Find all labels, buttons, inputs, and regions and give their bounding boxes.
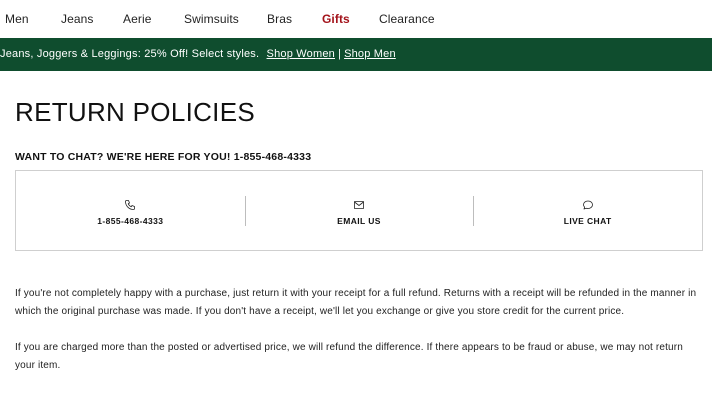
nav-item-men[interactable]: Men xyxy=(5,12,29,26)
mail-icon xyxy=(354,201,364,209)
shop-men-link[interactable]: Shop Men xyxy=(344,48,396,60)
nav-item-aerie[interactable]: Aerie xyxy=(123,12,152,26)
phone-icon xyxy=(125,200,136,210)
call-option[interactable]: 1-855-468-4333 xyxy=(16,171,245,250)
email-label: EMAIL US xyxy=(337,216,381,226)
promo-text: Jeans, Joggers & Leggings: 25% Off! Sele… xyxy=(0,48,260,60)
live-chat-label: LIVE CHAT xyxy=(563,216,612,226)
promo-banner: Jeans, Joggers & Leggings: 25% Off! Sele… xyxy=(0,38,712,71)
shop-women-link[interactable]: Shop Women xyxy=(267,48,335,60)
nav-item-clearance[interactable]: Clearance xyxy=(379,12,435,26)
top-navigation: Men Jeans Aerie Swimsuits Bras Gifts Cle… xyxy=(0,0,712,38)
chat-heading: WANT TO CHAT? WE'RE HERE FOR YOU! 1-855-… xyxy=(15,151,312,163)
promo-separator: | xyxy=(338,48,342,60)
policy-paragraph-receipt: If you're not completely happy with a pu… xyxy=(15,288,697,317)
contact-options: 1-855-468-4333 EMAIL US LIVE CHAT xyxy=(15,170,703,251)
page-title: RETURN POLICIES xyxy=(15,97,255,127)
nav-item-jeans[interactable]: Jeans xyxy=(61,12,94,26)
policy-paragraph-price: If you are charged more than the posted … xyxy=(15,342,683,371)
call-label: 1-855-468-4333 xyxy=(97,216,164,226)
live-chat-option[interactable]: LIVE CHAT xyxy=(473,171,702,250)
chat-bubble-icon xyxy=(582,200,593,210)
nav-item-swimsuits[interactable]: Swimsuits xyxy=(184,12,239,26)
nav-item-gifts[interactable]: Gifts xyxy=(322,12,350,26)
nav-item-bras[interactable]: Bras xyxy=(267,12,292,26)
email-option[interactable]: EMAIL US xyxy=(244,171,474,250)
